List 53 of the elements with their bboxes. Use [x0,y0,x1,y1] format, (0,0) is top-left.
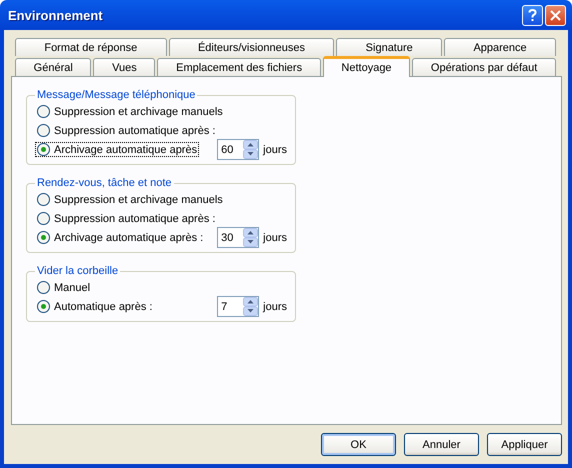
unit-label: jours [263,232,287,244]
radio-button[interactable] [37,212,50,225]
radio-option[interactable]: Suppression automatique après : [35,123,218,138]
tab[interactable]: Général [15,58,92,76]
tab[interactable]: Nettoyage [322,56,410,77]
tab[interactable]: Éditeurs/visionneuses [168,38,334,56]
radio-button[interactable] [37,143,50,156]
tab[interactable]: Vues [93,58,156,76]
option-label: Archivage automatique après : [54,232,204,244]
option-label: Suppression automatique après : [54,124,216,136]
group-title: Rendez-vous, tâche et note [36,177,173,189]
unit-label: jours [263,144,287,156]
radio-button[interactable] [37,231,50,244]
option-label: Suppression et archivage manuels [54,194,223,206]
number-field[interactable]: 30 [217,227,260,248]
option-label: Automatique après : [54,300,152,312]
radio-option[interactable]: Automatique après : [35,299,154,314]
radio-button[interactable] [37,105,50,118]
radio-option[interactable]: Archivage automatique après [35,142,200,157]
question-mark-icon [528,8,537,22]
tab[interactable]: Emplacement des fichiers [157,58,321,76]
radio-option[interactable]: Manuel [35,280,92,295]
group-title: Message/Message téléphonique [36,89,196,101]
radio-button[interactable] [37,300,50,313]
radio-option[interactable]: Suppression automatique après : [35,211,218,226]
radio-option[interactable]: Suppression et archivage manuels [35,192,225,207]
group-title: Vider la corbeille [36,265,120,277]
window-title: Environnement [8,8,104,22]
radio-button[interactable] [37,281,50,294]
dialog-button[interactable]: Appliquer [487,433,562,456]
option-label: Suppression automatique après : [54,212,216,224]
radio-option[interactable]: Suppression et archivage manuels [35,104,225,119]
radio-button[interactable] [37,124,50,137]
option-label: Suppression et archivage manuels [54,106,223,118]
spin-arrows-icon[interactable] [243,140,258,159]
option-label: Archivage automatique après [54,144,198,156]
help-button[interactable] [522,4,543,26]
tab[interactable]: Format de réponse [15,38,167,56]
dialog-button[interactable]: OK [321,433,396,456]
close-icon [550,10,561,20]
spin-arrows-icon[interactable] [243,228,258,247]
number-field[interactable]: 60 [217,139,260,160]
spin-arrows-icon[interactable] [243,297,258,316]
radio-button[interactable] [37,193,50,206]
unit-label: jours [263,300,287,312]
number-field[interactable]: 7 [217,296,260,317]
tab[interactable]: Apparence [444,38,556,56]
radio-option[interactable]: Archivage automatique après : [35,230,206,245]
tab[interactable]: Signature [336,38,442,56]
tab[interactable]: Opérations par défaut [412,58,556,76]
option-label: Manuel [54,282,90,294]
close-button[interactable] [545,4,566,26]
dialog-button[interactable]: Annuler [404,433,479,456]
